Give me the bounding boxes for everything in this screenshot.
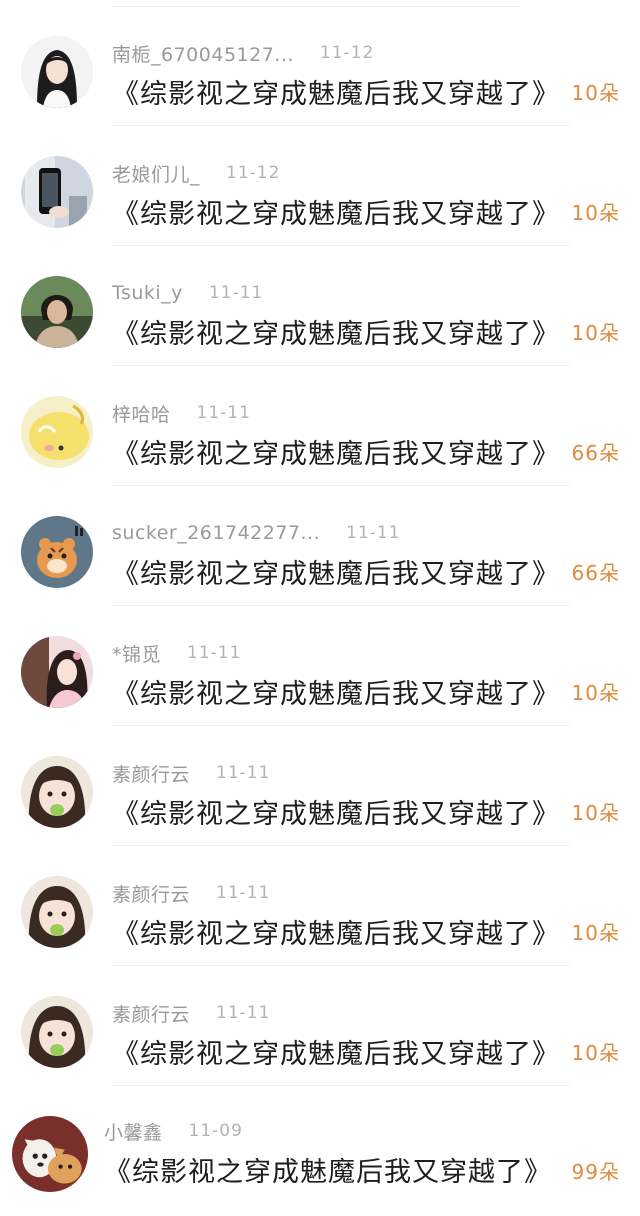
list-item[interactable]: sucker_261742277... 11-11 《综影视之穿成魅魔后我又穿越…: [0, 486, 640, 606]
avatar-child-leaf-icon[interactable]: [21, 996, 93, 1068]
book-title[interactable]: 《综影视之穿成魅魔后我又穿越了》: [112, 1032, 560, 1071]
username[interactable]: sucker_261742277...: [112, 522, 320, 544]
row-meta: 梓哈哈 11-11: [112, 400, 251, 426]
username[interactable]: *锦觅: [112, 640, 161, 667]
row-meta: 素颜行云 11-11: [112, 880, 270, 906]
row-meta: 素颜行云 11-11: [112, 760, 270, 786]
row-meta: *锦觅 11-11: [112, 640, 241, 666]
row-divider: [112, 1085, 570, 1086]
avatar-person-portrait-icon[interactable]: [21, 276, 93, 348]
timestamp: 11-12: [226, 163, 281, 183]
book-title[interactable]: 《综影视之穿成魅魔后我又穿越了》: [112, 912, 560, 951]
list-item[interactable]: 素颜行云 11-11 《综影视之穿成魅魔后我又穿越了》 10朵: [0, 726, 640, 846]
list-item[interactable]: 素颜行云 11-11 《综影视之穿成魅魔后我又穿越了》 10朵: [0, 966, 640, 1086]
flower-count: 10朵: [571, 1041, 620, 1065]
avatar-costume-girl-icon[interactable]: [21, 636, 93, 708]
avatar-child-leaf-icon[interactable]: [21, 756, 93, 828]
avatar-yellow-cartoon-icon[interactable]: [21, 396, 93, 468]
row-meta: Tsuki_y 11-11: [112, 280, 263, 306]
avatar-child-leaf-icon[interactable]: [21, 876, 93, 948]
row-meta: 小馨鑫 11-09: [104, 1118, 243, 1144]
flower-gift-list: 南栀_670045127... 11-12 《综影视之穿成魅魔后我又穿越了》 1…: [0, 0, 640, 1214]
book-title[interactable]: 《综影视之穿成魅魔后我又穿越了》: [112, 72, 560, 111]
book-title[interactable]: 《综影视之穿成魅魔后我又穿越了》: [112, 432, 560, 471]
timestamp: 11-11: [208, 283, 264, 303]
username[interactable]: 素颜行云: [112, 880, 190, 907]
timestamp: 11-11: [216, 1003, 271, 1023]
timestamp: 11-11: [187, 643, 242, 663]
flower-count: 10朵: [571, 921, 620, 945]
username[interactable]: 梓哈哈: [112, 400, 171, 427]
list-item[interactable]: *锦觅 11-11 《综影视之穿成魅魔后我又穿越了》 10朵: [0, 606, 640, 726]
timestamp: 11-09: [188, 1121, 243, 1141]
flower-count: 10朵: [571, 681, 620, 705]
username[interactable]: 老娘们儿_: [112, 160, 200, 187]
list-item[interactable]: 南栀_670045127... 11-12 《综影视之穿成魅魔后我又穿越了》 1…: [0, 6, 640, 126]
timestamp: 11-11: [216, 763, 271, 783]
username[interactable]: 素颜行云: [112, 1000, 190, 1027]
list-item[interactable]: Tsuki_y 11-11 《综影视之穿成魅魔后我又穿越了》 10朵: [0, 246, 640, 366]
list-item[interactable]: 小馨鑫 11-09 《综影视之穿成魅魔后我又穿越了》 99朵: [0, 1096, 640, 1216]
avatar-tiger-cartoon-icon[interactable]: [21, 516, 93, 588]
row-meta: 南栀_670045127... 11-12: [112, 40, 374, 66]
flower-count: 66朵: [571, 561, 620, 585]
list-item[interactable]: 梓哈哈 11-11 《综影视之穿成魅魔后我又穿越了》 66朵: [0, 366, 640, 486]
timestamp: 11-11: [346, 523, 401, 543]
flower-count: 66朵: [571, 441, 620, 465]
book-title[interactable]: 《综影视之穿成魅魔后我又穿越了》: [112, 552, 560, 591]
book-title[interactable]: 《综影视之穿成魅魔后我又穿越了》: [112, 312, 560, 351]
book-title[interactable]: 《综影视之穿成魅魔后我又穿越了》: [112, 672, 560, 711]
flower-count: 99朵: [571, 1160, 620, 1184]
row-meta: 老娘们儿_ 11-12: [112, 160, 280, 186]
book-title[interactable]: 《综影视之穿成魅魔后我又穿越了》: [112, 792, 560, 831]
username[interactable]: 小馨鑫: [104, 1118, 163, 1145]
avatar-phone-selfie-icon[interactable]: [21, 156, 93, 228]
list-item[interactable]: 素颜行云 11-11 《综影视之穿成魅魔后我又穿越了》 10朵: [0, 846, 640, 966]
flower-count: 10朵: [571, 801, 620, 825]
row-meta: sucker_261742277... 11-11: [112, 520, 401, 546]
username[interactable]: 素颜行云: [112, 760, 190, 787]
timestamp: 11-12: [319, 43, 375, 63]
row-meta: 素颜行云 11-11: [112, 1000, 270, 1026]
book-title[interactable]: 《综影视之穿成魅魔后我又穿越了》: [104, 1150, 552, 1189]
timestamp: 11-11: [216, 883, 271, 903]
list-item[interactable]: 老娘们儿_ 11-12 《综影视之穿成魅魔后我又穿越了》 10朵: [0, 126, 640, 246]
username[interactable]: Tsuki_y: [112, 282, 183, 304]
timestamp: 11-11: [196, 403, 251, 423]
book-title[interactable]: 《综影视之穿成魅魔后我又穿越了》: [112, 192, 560, 231]
username[interactable]: 南栀_670045127...: [112, 40, 294, 67]
flower-count: 10朵: [571, 81, 620, 105]
flower-count: 10朵: [571, 201, 620, 225]
avatar-girl-black-hair-icon[interactable]: [21, 36, 93, 108]
flower-count: 10朵: [571, 321, 620, 345]
avatar-dogs-icon[interactable]: [12, 1116, 88, 1192]
